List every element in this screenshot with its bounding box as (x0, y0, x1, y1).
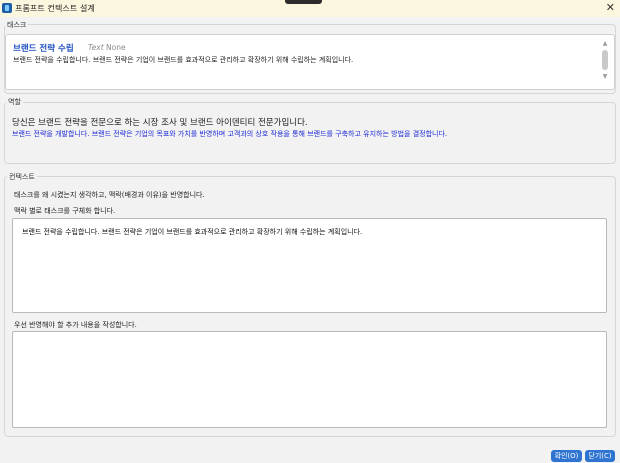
window-title: 프롬프트 컨텍스트 설계 (15, 4, 95, 13)
confirm-button[interactable]: 확인(O) (551, 450, 582, 462)
app-icon (2, 3, 12, 13)
task-scrollbar[interactable]: ▲ ▼ (601, 39, 609, 87)
task-legend: 태스크 (5, 20, 29, 30)
scrollbar-thumb[interactable] (602, 50, 608, 70)
task-title: 브랜드 전략 수립 (13, 44, 74, 54)
close-button[interactable]: 닫기(C) (585, 450, 615, 462)
close-icon[interactable]: ✕ (606, 1, 615, 15)
role-secondary-text: 브랜드 전략을 개발합니다. 브랜드 전략은 기업의 목표와 가치를 반영하며 … (12, 130, 448, 138)
chevron-up-icon[interactable]: ▲ (601, 41, 609, 47)
task-display[interactable]: 브랜드 전략 수립 Text None 브랜드 전략을 수립합니다. 브랜드 전… (5, 34, 615, 90)
task-meta-value: None (106, 43, 126, 52)
context-textarea-value: 브랜드 전략을 수립합니다. 브랜드 전략은 기업이 브랜드를 효과적으로 관리… (22, 228, 363, 236)
context-instruction-1: 태스크를 왜 시켰는지 생각하고, 맥락(배경과 이유)을 반영합니다. (14, 191, 205, 199)
extra-content-textarea[interactable] (12, 331, 607, 428)
role-legend: 역할 (6, 97, 23, 107)
task-meta-type: Text (88, 43, 104, 52)
title-bar: 프롬프트 컨텍스트 설계 ✕ (0, 0, 620, 17)
title-bar-handle (285, 0, 322, 4)
chevron-down-icon[interactable]: ▼ (601, 74, 609, 80)
role-primary-text: 당신은 브랜드 전략을 전문으로 하는 시장 조사 및 브랜드 아이덴티티 전문… (12, 118, 308, 128)
context-legend: 컨텍스트 (7, 172, 37, 182)
context-textarea[interactable]: 브랜드 전략을 수립합니다. 브랜드 전략은 기업이 브랜드를 효과적으로 관리… (12, 218, 607, 313)
task-description: 브랜드 전략을 수립합니다. 브랜드 전략은 기업이 브랜드를 효과적으로 관리… (13, 56, 354, 64)
context-instruction-2: 맥락 별로 태스크를 구체화 합니다. (14, 207, 116, 215)
task-meta: Text None (88, 43, 126, 52)
extra-content-label: 우선 반영해야 할 추가 내용을 작성합니다. (14, 321, 137, 329)
